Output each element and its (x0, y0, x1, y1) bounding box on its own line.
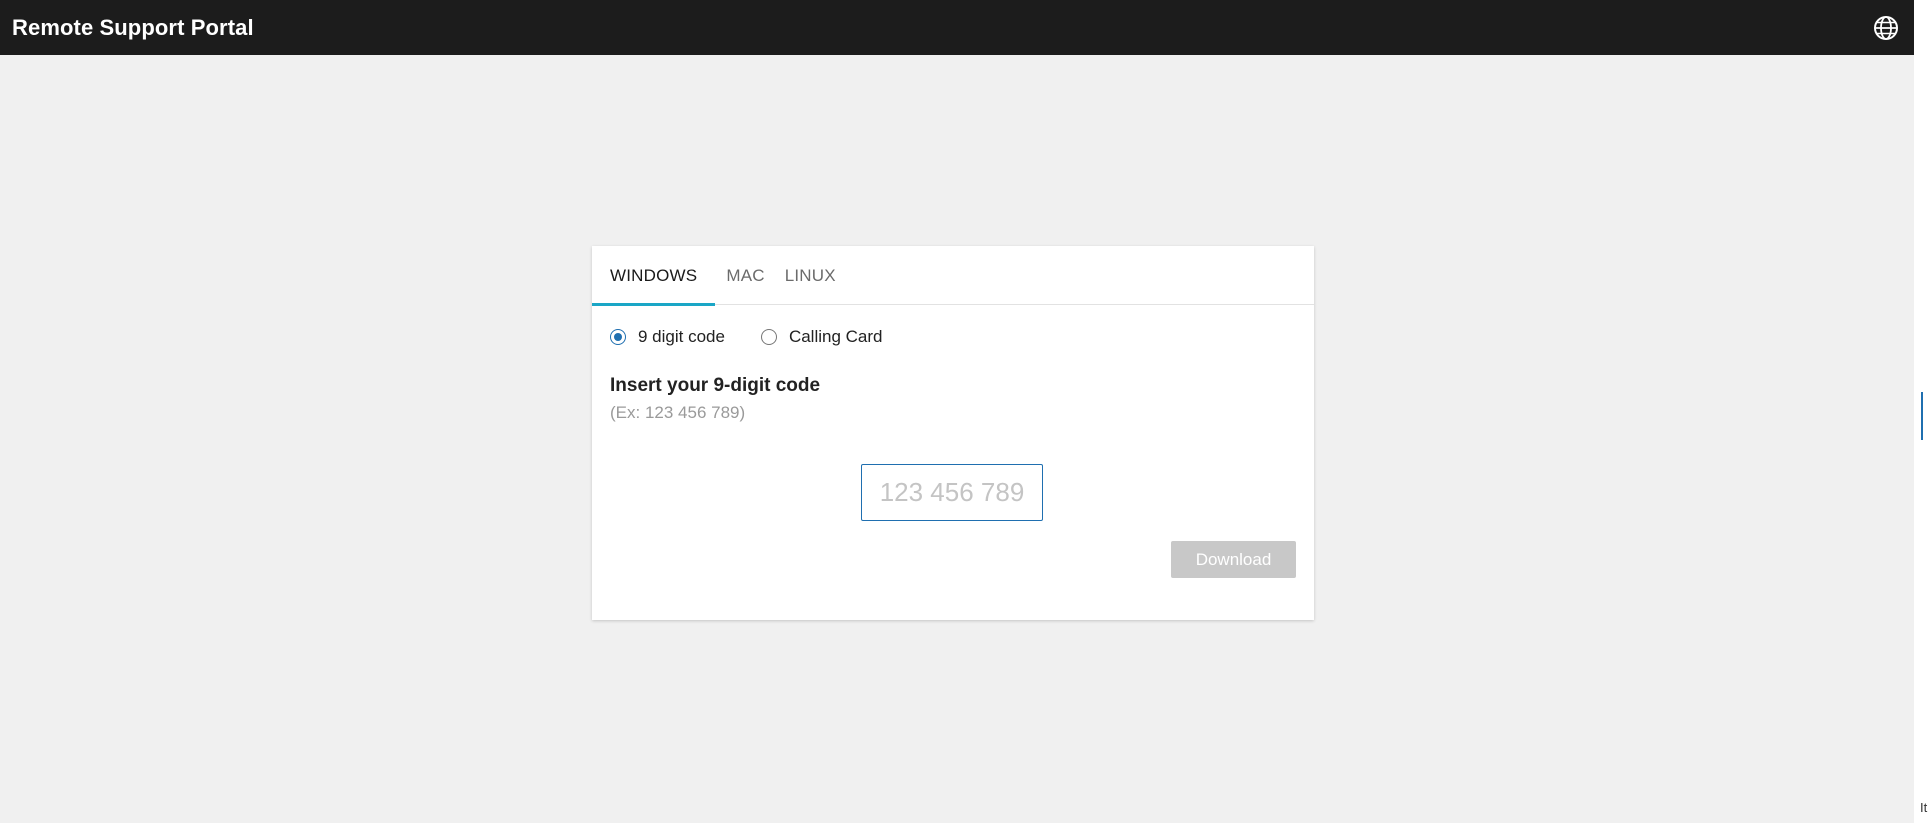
code-example-hint: (Ex: 123 456 789) (610, 403, 746, 422)
radio-9-digit-code[interactable]: 9 digit code (610, 327, 725, 347)
support-card: WINDOWS MAC LINUX 9 digit code Calling C… (592, 246, 1314, 620)
tab-label: LINUX (784, 265, 836, 285)
tab-label: MAC (726, 265, 765, 285)
edge-corner-text: It (1920, 800, 1928, 815)
right-edge-panel: It (1914, 0, 1932, 823)
top-bar: Remote Support Portal (0, 0, 1914, 55)
tab-mac[interactable]: MAC (715, 246, 773, 305)
globe-icon-graphic (1874, 15, 1898, 40)
code-input[interactable] (861, 464, 1043, 521)
code-type-radio-group: 9 digit code Calling Card (592, 305, 1314, 349)
radio-label: 9 digit code (638, 327, 725, 346)
radio-label: Calling Card (788, 327, 883, 346)
os-tabs: WINDOWS MAC LINUX (592, 246, 1314, 306)
code-heading: Insert your 9-digit code (610, 375, 821, 396)
edge-indicator[interactable] (1921, 392, 1923, 440)
radio-calling-card[interactable]: Calling Card (760, 327, 883, 347)
radio-unchecked-icon[interactable] (760, 329, 777, 345)
tab-windows[interactable]: WINDOWS (592, 246, 716, 306)
download-button[interactable]: Download (1171, 541, 1296, 578)
tab-linux[interactable]: LINUX (774, 246, 845, 305)
radio-checked-icon[interactable] (610, 329, 626, 345)
globe-icon[interactable] (1872, 14, 1900, 42)
tab-label: WINDOWS (610, 265, 698, 285)
app-title: Remote Support Portal (12, 14, 254, 40)
